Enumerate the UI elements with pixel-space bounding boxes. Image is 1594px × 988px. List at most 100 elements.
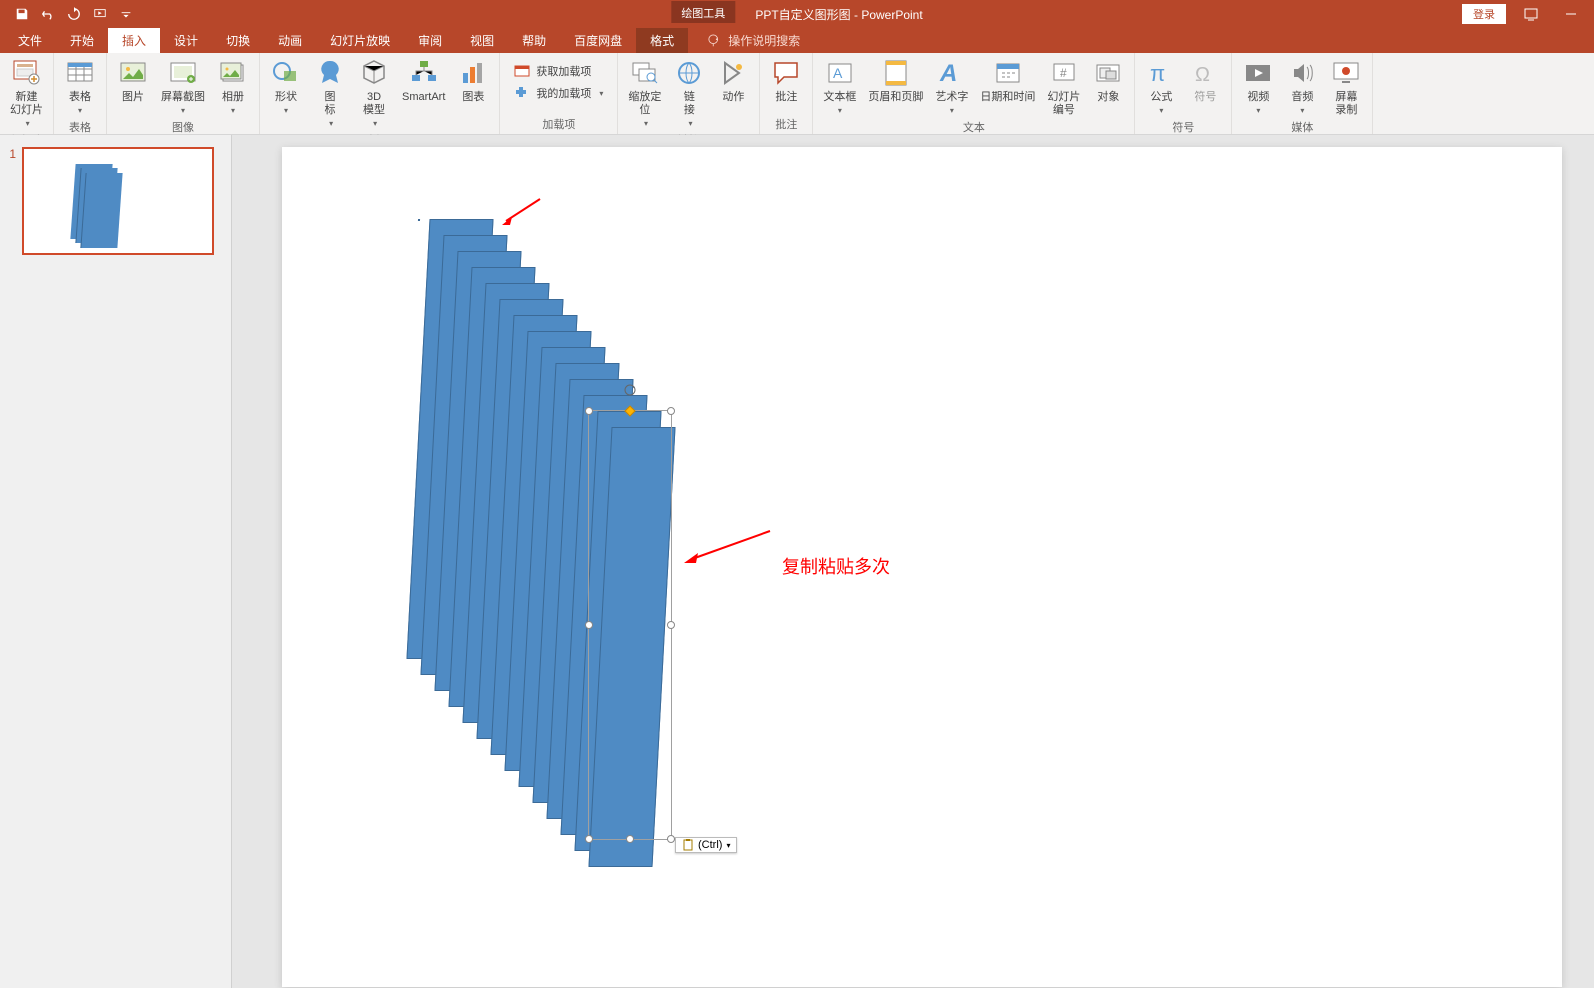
rotate-handle[interactable]	[623, 383, 637, 397]
album-button[interactable]: 相册	[211, 55, 255, 119]
textbox-button[interactable]: A文本框	[817, 55, 862, 119]
link-button[interactable]: 链 接	[667, 55, 711, 132]
headerfooter-button[interactable]: 页眉和页脚	[862, 55, 929, 106]
headerfooter-label: 页眉和页脚	[868, 91, 923, 104]
chart-icon	[457, 57, 489, 89]
icons-button[interactable]: 图 标	[308, 55, 352, 132]
resize-handle-e[interactable]	[667, 621, 675, 629]
tab-animations[interactable]: 动画	[264, 28, 316, 53]
get-addins-label: 获取加载项	[536, 63, 591, 79]
wordart-icon: A	[936, 57, 968, 89]
video-button[interactable]: 视频	[1236, 55, 1280, 119]
login-button[interactable]: 登录	[1462, 4, 1506, 24]
group-illustrations: 形状 图 标 3D 模型 SmartArt 图表 插图	[260, 53, 500, 134]
slide-canvas[interactable]: 复制粘贴多次 (Ctrl) ▾	[282, 147, 1562, 987]
equation-label: 公式	[1150, 91, 1172, 117]
shapes-button[interactable]: 形状	[264, 55, 308, 119]
thumbnail-1-preview[interactable]	[22, 147, 214, 255]
table-label: 表格	[69, 91, 91, 117]
symbol-label: 符号	[1194, 91, 1216, 104]
tell-me-label: 操作说明搜索	[728, 32, 800, 49]
start-from-beginning-button[interactable]	[88, 2, 112, 26]
chart-button[interactable]: 图表	[451, 55, 495, 106]
paste-options-button[interactable]: (Ctrl) ▾	[675, 837, 737, 853]
title-center: 绘图工具 PPT自定义图形图 - PowerPoint	[671, 5, 922, 23]
group-images: 图片 屏幕截图 相册 图像	[107, 53, 260, 134]
tab-home[interactable]: 开始	[56, 28, 108, 53]
save-button[interactable]	[10, 2, 34, 26]
qat-customize-button[interactable]	[114, 2, 138, 26]
symbol-icon: Ω	[1189, 57, 1221, 89]
screenrec-button[interactable]: 屏幕 录制	[1324, 55, 1368, 119]
action-button[interactable]: 动作	[711, 55, 755, 106]
title-right-controls: 登录	[1462, 2, 1586, 26]
resize-handle-ne[interactable]	[667, 407, 675, 415]
thumbnail-1[interactable]: 1	[4, 147, 227, 255]
resize-handle-w[interactable]	[585, 621, 593, 629]
chart-label: 图表	[462, 91, 484, 104]
group-symbols: π公式 Ω 符号 符号	[1135, 53, 1232, 134]
icons-icon	[314, 57, 346, 89]
tell-me-search[interactable]: 操作说明搜索	[708, 28, 800, 53]
screenrec-label: 屏幕 录制	[1335, 91, 1357, 117]
tab-insert[interactable]: 插入	[108, 28, 160, 53]
picture-icon	[117, 57, 149, 89]
datetime-button[interactable]: 日期和时间	[974, 55, 1041, 106]
slide-thumbnail-panel[interactable]: 1	[0, 135, 232, 988]
annotation-text: 复制粘贴多次	[782, 553, 890, 579]
redo-button[interactable]	[62, 2, 86, 26]
tab-transitions[interactable]: 切换	[212, 28, 264, 53]
new-slide-icon	[11, 57, 43, 89]
ribbon-display-options-button[interactable]	[1516, 2, 1546, 26]
picture-button[interactable]: 图片	[111, 55, 155, 106]
resize-handle-nw[interactable]	[585, 407, 593, 415]
comment-icon	[770, 57, 802, 89]
tab-help[interactable]: 帮助	[508, 28, 560, 53]
parallelogram-shape[interactable]	[418, 219, 420, 221]
resize-handle-se[interactable]	[667, 835, 675, 843]
wordart-button[interactable]: A艺术字	[929, 55, 974, 119]
comment-button[interactable]: 批注	[764, 55, 808, 106]
symbol-button[interactable]: Ω 符号	[1183, 55, 1227, 106]
textbox-icon: A	[824, 57, 856, 89]
slide-canvas-area[interactable]: 复制粘贴多次 (Ctrl) ▾	[232, 135, 1594, 988]
datetime-icon	[992, 57, 1024, 89]
shape-stack[interactable]	[418, 219, 938, 988]
zoom-button[interactable]: 缩放定 位	[622, 55, 667, 132]
get-addins-button[interactable]: 获取加载项	[508, 61, 609, 81]
tab-view[interactable]: 视图	[456, 28, 508, 53]
slidenum-icon: #	[1048, 57, 1080, 89]
tab-design[interactable]: 设计	[160, 28, 212, 53]
undo-button[interactable]	[36, 2, 60, 26]
zoom-label: 缩放定 位	[628, 91, 661, 130]
tab-review[interactable]: 审阅	[404, 28, 456, 53]
my-addins-button[interactable]: 我的加载项	[508, 83, 609, 103]
equation-button[interactable]: π公式	[1139, 55, 1183, 119]
tab-baidu[interactable]: 百度网盘	[560, 28, 636, 53]
new-slide-button[interactable]: 新建 幻灯片	[4, 55, 49, 132]
slidenum-button[interactable]: #幻灯片 编号	[1041, 55, 1086, 119]
tab-format[interactable]: 格式	[636, 28, 688, 53]
audio-button[interactable]: 音频	[1280, 55, 1324, 119]
album-icon	[217, 57, 249, 89]
table-icon	[64, 57, 96, 89]
equation-icon: π	[1145, 57, 1177, 89]
minimize-button[interactable]	[1556, 2, 1586, 26]
model3d-button[interactable]: 3D 模型	[352, 55, 396, 132]
group-addins-label: 加载项	[504, 116, 613, 134]
screenshot-button[interactable]: 屏幕截图	[155, 55, 211, 119]
smartart-button[interactable]: SmartArt	[396, 55, 451, 106]
tab-slideshow[interactable]: 幻灯片放映	[316, 28, 404, 53]
svg-text:A: A	[939, 60, 957, 87]
table-button[interactable]: 表格	[58, 55, 102, 119]
group-tables: 表格 表格	[54, 53, 107, 134]
resize-handle-sw[interactable]	[585, 835, 593, 843]
slidenum-label: 幻灯片 编号	[1047, 91, 1080, 117]
action-icon	[717, 57, 749, 89]
tab-file[interactable]: 文件	[4, 28, 56, 53]
textbox-label: 文本框	[823, 91, 856, 117]
resize-handle-s[interactable]	[626, 835, 634, 843]
selection-box[interactable]	[588, 410, 672, 840]
paste-options-label: (Ctrl)	[698, 839, 722, 851]
object-button[interactable]: 对象	[1086, 55, 1130, 106]
